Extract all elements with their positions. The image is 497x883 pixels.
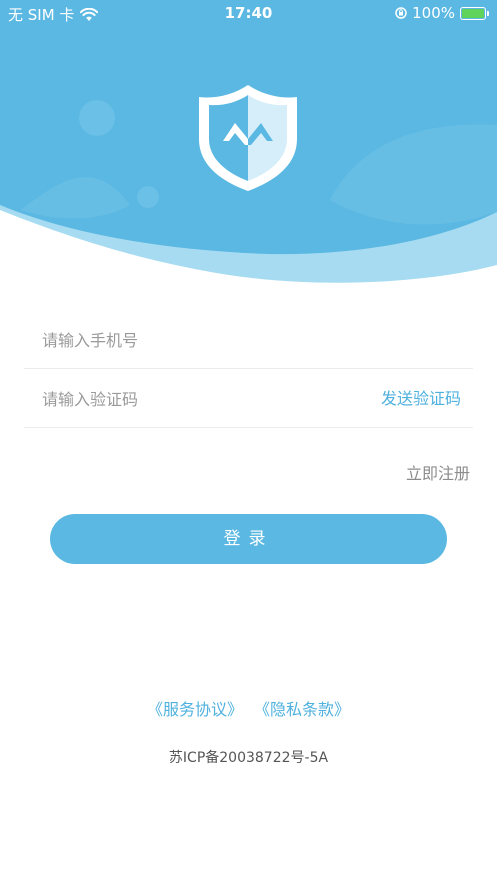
battery-charging-icon [460,6,489,20]
shield-logo-icon [199,85,297,191]
phone-input[interactable] [42,311,342,369]
icp-record: 苏ICP备20038722号-5A [168,750,329,766]
phone-field-row [24,311,473,369]
orientation-lock-icon [395,7,407,19]
status-right-group: 100% [395,4,489,22]
code-field-row: 发送验证码 [24,370,473,428]
privacy-policy-link[interactable]: 《隐私条款》 [254,700,350,719]
battery-percent: 100% [412,4,455,22]
service-agreement-link[interactable]: 《服务协议》 [147,700,243,719]
agreement-links: 《服务协议》 《隐私条款》 [0,696,497,720]
register-link[interactable]: 立即注册 [406,460,470,484]
send-code-button[interactable]: 发送验证码 [381,370,461,428]
login-button[interactable]: 登录 [50,514,447,564]
status-bar: 无 SIM 卡 17:40 100% [0,0,497,26]
verification-code-input[interactable] [42,370,342,428]
